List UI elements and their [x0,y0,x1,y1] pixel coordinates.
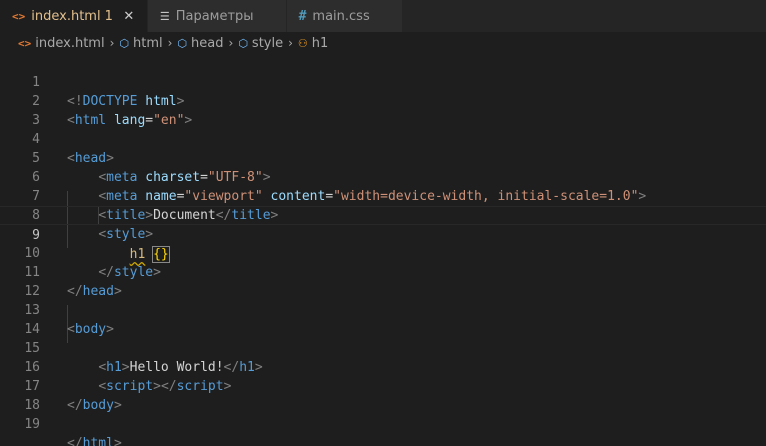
html-file-icon: <> [12,9,26,23]
code-line: 15 <h1>Hello World!</h1> [0,320,766,375]
tab-bar: <> index.html 1 ✕ ☰ Параметры # main.css [0,0,766,32]
tab-label: Параметры [175,8,254,24]
tab-main-css[interactable]: # main.css [286,0,403,32]
code-line: 7 <title>Document</title> [0,168,766,223]
css-file-icon: # [298,8,307,24]
breadcrumb-item-style[interactable]: ⬡ style [238,36,283,51]
breadcrumb-label: style [251,35,284,51]
tab-label: index.html [31,8,101,24]
code-editor: <> index.html 1 ✕ ☰ Параметры # main.css… [0,0,766,446]
tab-index-html[interactable]: <> index.html 1 ✕ [0,0,148,32]
chevron-right-icon: › [288,36,293,50]
settings-file-icon: ☰ [159,9,170,23]
code-line-current: 9 h1 {} [0,206,766,263]
token: html [82,436,114,446]
code-line: 13 <body> [0,282,766,337]
element-icon: ⬡ [177,36,188,50]
code-line: 19 </html> [0,396,766,446]
code-line: 5 <meta charset="UTF-8"> [0,130,766,185]
breadcrumb-item-file[interactable]: <> index.html [18,36,105,51]
breadcrumb-item-head[interactable]: ⬡ head [177,36,223,51]
code-line: 3 [0,92,766,128]
chevron-right-icon: › [167,36,173,50]
token: > [113,436,122,446]
html-file-icon: <> [18,36,32,50]
chevron-right-icon: › [228,36,234,50]
code-line: 17 </body> [0,358,766,413]
element-icon: ⬡ [238,36,248,50]
element-icon: ⬡ [119,36,129,50]
code-area[interactable]: 1 <!DOCTYPE html> 2 <html lang="en"> 3 4… [0,54,766,446]
tab-label: main.css [312,8,370,24]
breadcrumb-label: html [132,35,163,51]
code-line: 6 <meta name="viewport" content="width=d… [0,149,766,204]
code-line: 14 [0,301,766,337]
tab-settings[interactable]: ☰ Параметры [147,0,287,32]
problems-badge: 1 [104,8,113,24]
chevron-right-icon: › [109,36,115,50]
line-number: 19 [24,417,40,432]
code-line: 18 [0,377,766,413]
css-rule-icon: ⚇ [297,36,308,50]
code-line: 2 <html lang="en"> [0,73,766,128]
code-line: 11 </head> [0,244,766,299]
breadcrumb-item-html[interactable]: ⬡ html [119,36,162,51]
close-icon[interactable]: ✕ [121,9,137,24]
token: </ [67,436,83,446]
code-line: 4 <head> [0,111,766,166]
code-line: 8 <style> [0,187,766,242]
breadcrumb-label: h1 [311,35,329,51]
code-line: 12 [0,263,766,299]
breadcrumb: <> index.html › ⬡ html › ⬡ head › ⬡ styl… [0,32,766,54]
breadcrumb-label: index.html [35,35,105,51]
breadcrumb-item-h1[interactable]: ⚇ h1 [298,36,328,51]
code-line: 10 </style> [0,225,766,280]
code-line: 16 <script></script> [0,339,766,394]
breadcrumb-label: head [191,35,224,51]
code-line: 1 <!DOCTYPE html> [0,54,766,109]
